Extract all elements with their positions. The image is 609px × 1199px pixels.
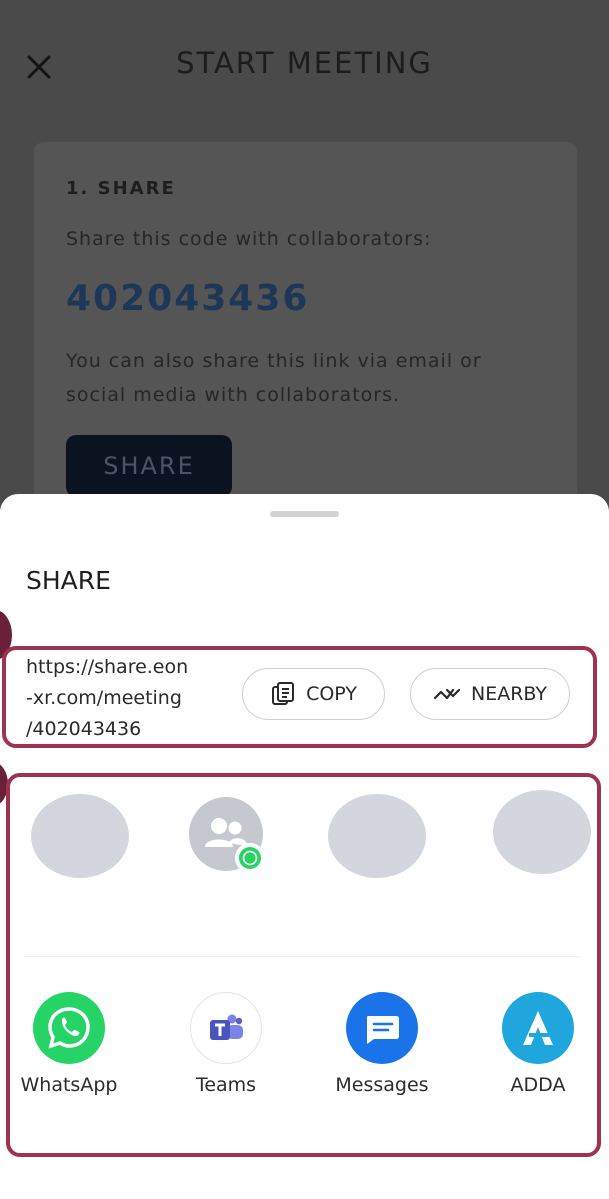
divider	[24, 956, 580, 957]
app-messages[interactable]: Messages	[327, 992, 437, 1096]
nearby-icon	[433, 684, 461, 704]
app-label: ADDA	[510, 1074, 566, 1096]
share-link-text: https://share.eon -xr.com/meeting /40204…	[26, 652, 206, 745]
contact-avatar[interactable]	[328, 794, 426, 878]
app-label: Messages	[335, 1074, 429, 1096]
teams-icon	[190, 992, 262, 1064]
contact-avatar[interactable]	[31, 794, 129, 878]
adda-icon	[502, 992, 574, 1064]
meeting-code: 402043436	[66, 278, 310, 319]
share-sheet: SHARE https://share.eon -xr.com/meeting …	[0, 494, 609, 1199]
copy-label: COPY	[306, 683, 357, 705]
nearby-button[interactable]: NEARBY	[410, 668, 570, 720]
app-teams[interactable]: Teams	[171, 992, 281, 1096]
step-title: 1. SHARE	[66, 178, 176, 199]
whatsapp-icon	[33, 992, 105, 1064]
whatsapp-badge-icon	[235, 843, 265, 873]
copy-icon	[270, 681, 296, 707]
app-whatsapp[interactable]: WhatsApp	[14, 992, 124, 1096]
contact-avatar[interactable]	[493, 790, 591, 874]
share-link-line: https://share.eon	[26, 656, 189, 678]
app-label: Teams	[195, 1074, 257, 1096]
link-hint-text: You can also share this link via email o…	[66, 350, 482, 406]
share-button[interactable]: SHARE	[66, 435, 232, 497]
sheet-drag-handle[interactable]	[270, 511, 339, 517]
nearby-label: NEARBY	[470, 683, 548, 705]
messages-icon	[346, 992, 418, 1064]
page-title: START MEETING	[176, 46, 433, 80]
share-hint-text: Share this code with collaborators:	[66, 228, 432, 250]
sheet-title: SHARE	[26, 566, 111, 595]
share-link-line: /402043436	[26, 718, 142, 740]
group-contact-avatar[interactable]	[189, 797, 265, 873]
share-link-line: -xr.com/meeting	[26, 687, 182, 709]
app-adda[interactable]: ADDA	[483, 992, 593, 1096]
copy-button[interactable]: COPY	[242, 668, 385, 720]
app-label: WhatsApp	[20, 1074, 118, 1096]
